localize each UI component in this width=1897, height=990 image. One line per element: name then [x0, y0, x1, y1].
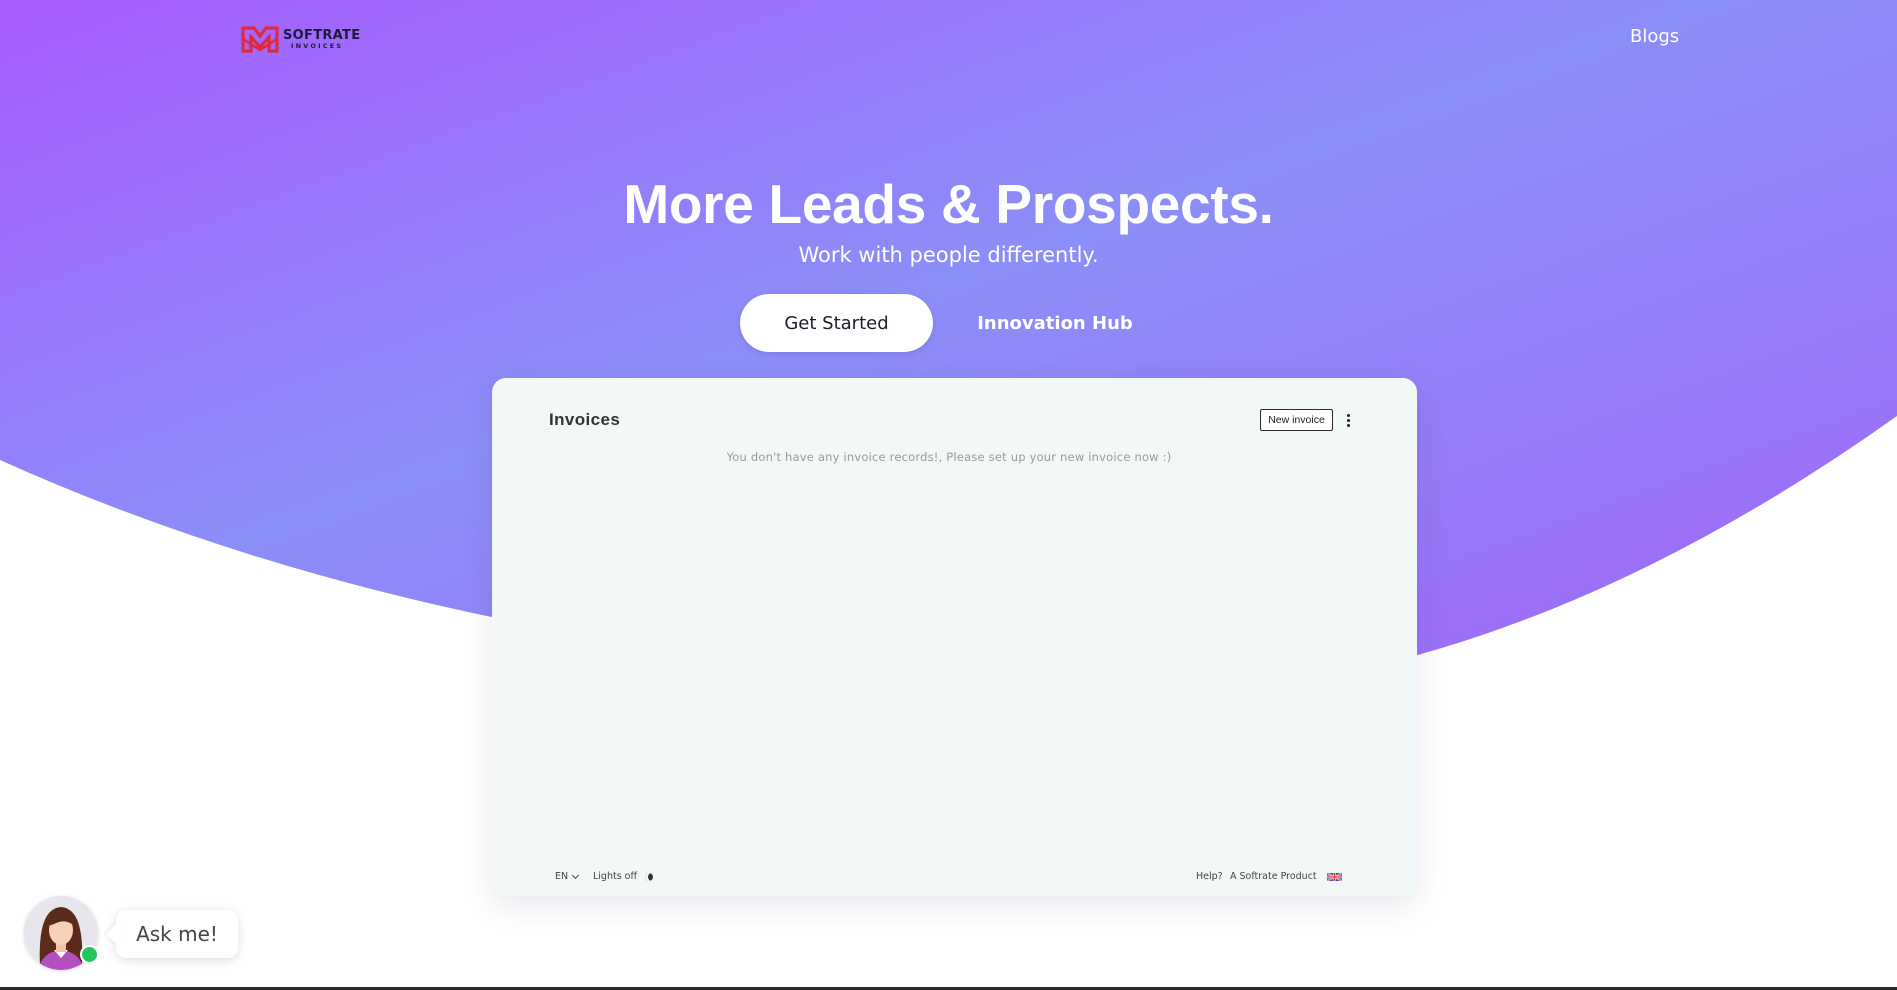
- chevron-down-icon: [572, 871, 580, 879]
- ask-me-bubble[interactable]: Ask me!: [116, 910, 238, 958]
- moon-icon: [645, 872, 654, 881]
- new-invoice-button[interactable]: New invoice: [1260, 409, 1333, 431]
- brand-tagline: INVOICES: [291, 41, 344, 50]
- invoices-footer: EN Lights off Help? A Softrate Product: [492, 871, 1417, 887]
- lights-off-label: Lights off: [593, 871, 638, 882]
- uk-flag-icon: [1327, 873, 1342, 881]
- brand-name: SOFTRATE: [283, 27, 361, 43]
- empty-state-message: You don't have any invoice records!, Ple…: [726, 450, 1172, 464]
- brand-logo[interactable]: SOFTRATE INVOICES: [240, 23, 360, 55]
- top-navbar: SOFTRATE INVOICES Blogs: [0, 0, 1897, 80]
- lights-off-toggle[interactable]: Lights off: [593, 871, 654, 882]
- innovation-hub-button[interactable]: Innovation Hub: [974, 294, 1136, 352]
- kebab-menu-icon[interactable]: [1341, 409, 1355, 431]
- ask-me-label: Ask me!: [136, 922, 218, 946]
- help-link[interactable]: Help?: [1196, 871, 1223, 882]
- online-status-indicator: [80, 945, 99, 964]
- language-selector[interactable]: EN: [555, 871, 580, 882]
- hero-title: More Leads & Prospects.: [623, 173, 1274, 235]
- nav-link-blogs[interactable]: Blogs: [1630, 26, 1679, 47]
- invoices-panel: Invoices New invoice You don't have any …: [492, 378, 1417, 896]
- brand-wordmark: SOFTRATE INVOICES: [283, 29, 360, 50]
- hero-subtitle: Work with people differently.: [798, 243, 1099, 267]
- invoices-title: Invoices: [549, 410, 621, 429]
- language-label: EN: [555, 871, 569, 882]
- get-started-button[interactable]: Get Started: [740, 294, 933, 352]
- product-credit: A Softrate Product: [1230, 871, 1317, 882]
- softrate-logo-icon: [241, 26, 279, 53]
